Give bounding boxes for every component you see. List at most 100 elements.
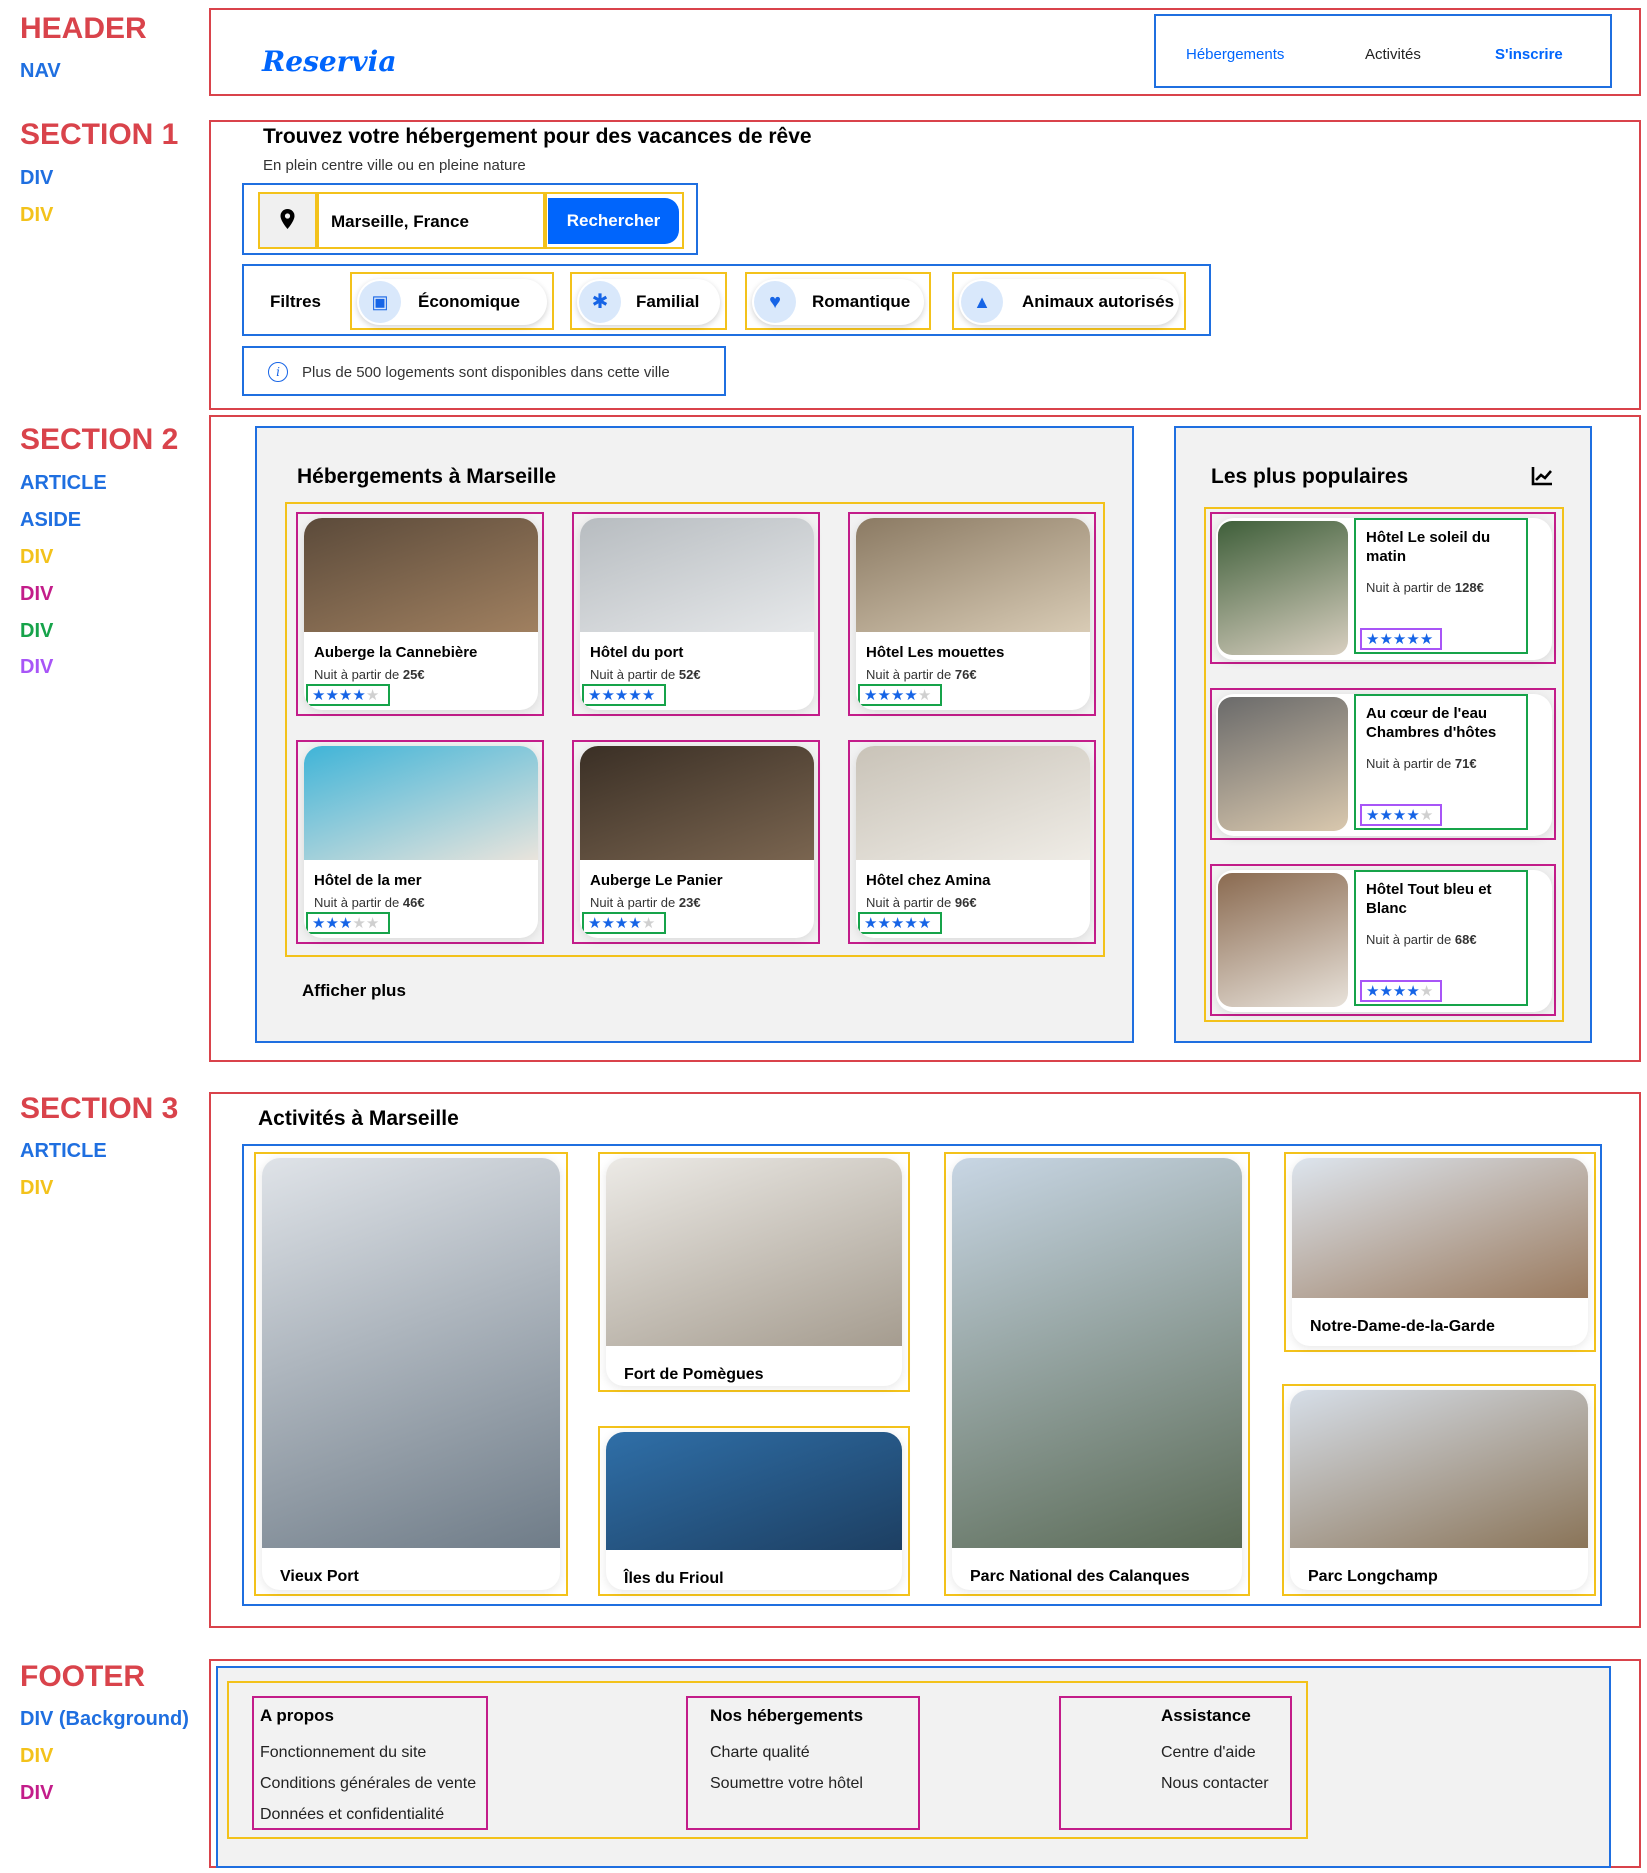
filter-familial[interactable]: ✱ Familial xyxy=(577,279,720,325)
star-icon: ★ xyxy=(1419,807,1434,824)
price-prefix: Nuit à partir de xyxy=(866,667,955,682)
footer-column-title: Assistance xyxy=(1161,1706,1251,1725)
hotel-card[interactable]: Auberge la Cannebière Nuit à partir de 25… xyxy=(304,518,538,710)
rating-frame: ★★★★★ xyxy=(1360,804,1442,826)
nav-item-activites[interactable]: Activités xyxy=(1365,46,1421,63)
label-div: DIV xyxy=(20,1782,54,1804)
star-icon: ★ xyxy=(1366,807,1380,824)
star-icon: ★ xyxy=(1419,631,1434,648)
money-icon: ▣ xyxy=(359,281,401,323)
search-button[interactable]: Rechercher xyxy=(548,198,679,244)
star-icon: ★ xyxy=(614,687,629,704)
search-input-value: Marseille, France xyxy=(331,212,469,231)
footer-column: A propos Fonctionnement du site Conditions… xyxy=(252,1696,488,1830)
activity-name: Notre-Dame-de-la-Garde xyxy=(1310,1318,1495,1335)
hotel-card-frame: Hôtel du port Nuit à partir de 52€ ★★★★★ xyxy=(572,512,820,716)
hotel-card[interactable]: Hôtel de la mer Nuit à partir de 46€ ★★★★★ xyxy=(304,746,538,938)
footer-link[interactable]: Fonctionnement du site xyxy=(260,1744,426,1762)
star-icon: ★ xyxy=(614,915,629,932)
popular-card[interactable]: Hôtel Tout bleu et Blanc Nuit à partir de… xyxy=(1216,870,1552,1012)
popular-card[interactable]: Hôtel Le soleil du matin Nuit à partir de… xyxy=(1216,518,1552,660)
hotel-name: Hôtel du port xyxy=(590,644,684,661)
activity-frame: Parc Longchamp xyxy=(1282,1384,1596,1596)
activity-card[interactable]: Fort de Pomègues xyxy=(606,1158,902,1386)
popular-card[interactable]: Au cœur de l'eau Chambres d'hôtes Nuit à … xyxy=(1216,694,1552,836)
star-icon: ★ xyxy=(1392,631,1407,648)
footer-link[interactable]: Données et confidentialité xyxy=(260,1806,444,1824)
map-pin-icon xyxy=(280,209,295,229)
label-aside: ASIDE xyxy=(20,509,82,531)
footer-link[interactable]: Conditions générales de vente xyxy=(260,1775,476,1793)
activity-name: Fort de Pomègues xyxy=(624,1366,764,1383)
hotel-name: Auberge la Cannebière xyxy=(314,644,478,661)
activity-card[interactable]: Vieux Port xyxy=(262,1158,560,1590)
price-prefix: Nuit à partir de xyxy=(1366,932,1455,947)
price-value: 52€ xyxy=(678,667,701,682)
hotel-card-frame: Auberge Le Panier Nuit à partir de 23€ ★★★… xyxy=(572,740,820,944)
search-input[interactable]: Marseille, France xyxy=(317,192,545,249)
chart-trend-icon[interactable] xyxy=(1530,465,1554,487)
popular-card-frame: Hôtel Le soleil du matin Nuit à partir de… xyxy=(1210,512,1556,664)
show-more-link[interactable]: Afficher plus xyxy=(302,981,406,1001)
star-icon: ★ xyxy=(890,687,905,704)
filter-label: Familial xyxy=(636,292,700,311)
popular-price: Nuit à partir de 128€ xyxy=(1366,580,1484,595)
footer-link[interactable]: Centre d'aide xyxy=(1161,1744,1256,1762)
star-icon: ★ xyxy=(601,915,615,932)
filter-label: Romantique xyxy=(812,292,911,311)
activity-card[interactable]: Parc Longchamp xyxy=(1290,1390,1588,1590)
price-prefix: Nuit à partir de xyxy=(314,895,403,910)
price-value: 128€ xyxy=(1454,580,1484,595)
hotel-card[interactable]: Hôtel Les mouettes Nuit à partir de 76€ ★★… xyxy=(856,518,1090,710)
filter-animaux[interactable]: ▲ Animaux autorisés xyxy=(959,279,1179,325)
dog-icon: ▲ xyxy=(961,281,1003,323)
hotel-card[interactable]: Hôtel chez Amina Nuit à partir de 96€ ★★★★… xyxy=(856,746,1090,938)
star-icon: ★ xyxy=(352,687,366,704)
rating-frame: ★★★★★ xyxy=(306,912,390,934)
hotel-rating: ★★★★★ xyxy=(864,915,931,933)
star-icon: ★ xyxy=(628,915,642,932)
rating-frame: ★★★★★ xyxy=(1360,980,1442,1002)
activity-name: Parc Longchamp xyxy=(1308,1568,1438,1585)
footer-column-title: A propos xyxy=(260,1706,334,1725)
popular-card-frame: Hôtel Tout bleu et Blanc Nuit à partir de… xyxy=(1210,864,1556,1016)
star-icon: ★ xyxy=(917,687,932,704)
label-div: DIV xyxy=(20,1745,54,1767)
activity-photo xyxy=(1292,1158,1588,1298)
rating-frame: ★★★★★ xyxy=(858,684,942,706)
activity-name: Parc National des Calanques xyxy=(970,1568,1190,1585)
footer-link[interactable]: Soumettre votre hôtel xyxy=(710,1775,863,1793)
popular-photo xyxy=(1218,873,1348,1007)
star-icon: ★ xyxy=(1366,631,1380,648)
hotel-photo xyxy=(304,518,538,632)
hotel-card[interactable]: Hôtel du port Nuit à partir de 52€ ★★★★★ xyxy=(580,518,814,710)
star-icon: ★ xyxy=(365,915,380,932)
star-icon: ★ xyxy=(877,915,891,932)
hotel-rating: ★★★★★ xyxy=(588,915,655,933)
popular-rating: ★★★★★ xyxy=(1366,807,1433,825)
nav-item-signup[interactable]: S'inscrire xyxy=(1495,46,1563,63)
hotel-price: Nuit à partir de 25€ xyxy=(314,667,425,682)
footer-link[interactable]: Charte qualité xyxy=(710,1744,810,1762)
filter-romantique[interactable]: ♥ Romantique xyxy=(752,279,924,325)
hotel-photo xyxy=(580,518,814,632)
star-icon: ★ xyxy=(338,915,353,932)
logo[interactable]: Reservia xyxy=(262,45,396,78)
activity-card[interactable]: Îles du Frioul xyxy=(606,1432,902,1590)
activity-name: Îles du Frioul xyxy=(624,1570,724,1587)
footer-link[interactable]: Nous contacter xyxy=(1161,1775,1269,1793)
price-prefix: Nuit à partir de xyxy=(1366,756,1455,771)
hotel-card[interactable]: Auberge Le Panier Nuit à partir de 23€ ★★★… xyxy=(580,746,814,938)
nav-item-hebergements[interactable]: Hébergements xyxy=(1186,46,1284,63)
footer-column-title: Nos hébergements xyxy=(710,1706,864,1725)
activity-card[interactable]: Parc National des Calanques xyxy=(952,1158,1242,1590)
hotel-price: Nuit à partir de 52€ xyxy=(590,667,701,682)
star-icon: ★ xyxy=(917,915,932,932)
activity-card[interactable]: Notre-Dame-de-la-Garde xyxy=(1292,1158,1588,1346)
star-icon: ★ xyxy=(890,915,905,932)
hotel-photo xyxy=(856,746,1090,860)
filter-economique[interactable]: ▣ Économique xyxy=(357,279,547,325)
person-icon: ✱ xyxy=(579,281,621,323)
popular-photo xyxy=(1218,697,1348,831)
filter-frame: ♥ Romantique xyxy=(745,272,931,330)
